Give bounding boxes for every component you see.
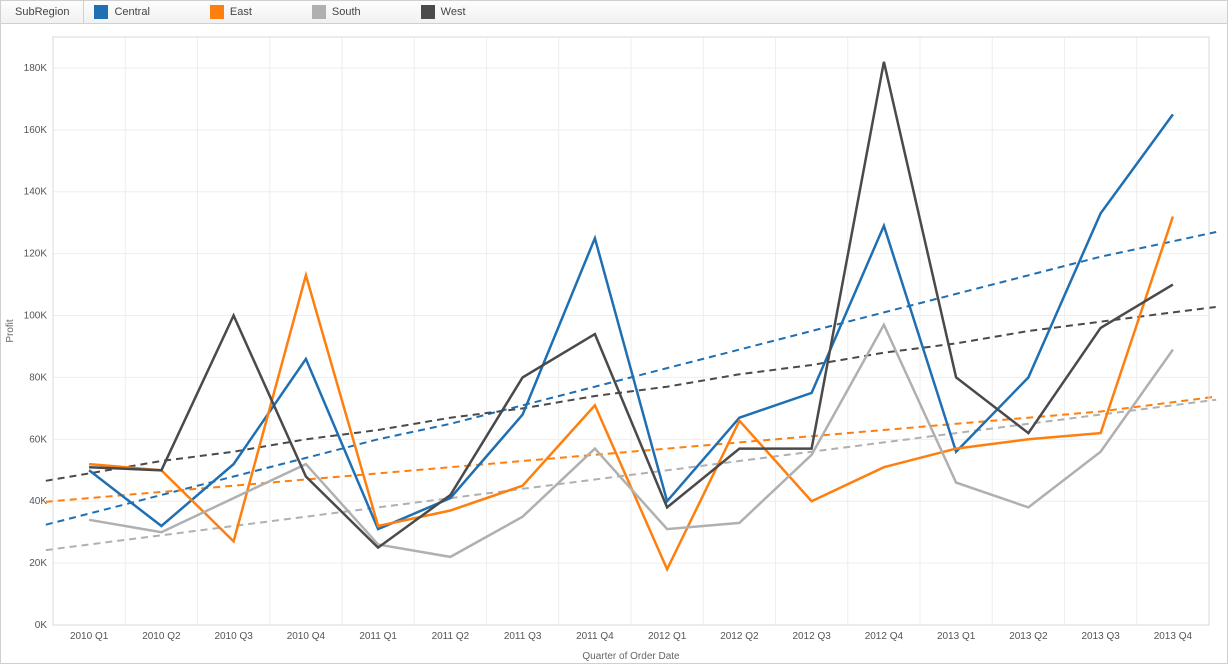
y-tick-label: 120K <box>24 249 48 260</box>
legend-item-south[interactable]: South <box>312 5 361 19</box>
chart-svg: 0K 20K 40K 60K 80K 100K 120K 140K 160K 180K 2010 Q… <box>1 23 1227 663</box>
legend-item-west[interactable]: West <box>421 5 466 19</box>
legend-swatch-icon <box>421 5 435 19</box>
y-tick-label: 100K <box>24 311 48 322</box>
x-tick-label: 2010 Q1 <box>70 631 109 642</box>
y-tick-label: 140K <box>24 187 48 198</box>
legend-label: Central <box>114 6 149 18</box>
legend-label: West <box>441 6 466 18</box>
y-axis-label: Profit <box>5 319 16 343</box>
x-tick-label: 2013 Q3 <box>1081 631 1120 642</box>
y-tick-label: 180K <box>24 63 48 74</box>
x-axis-label: Quarter of Order Date <box>582 651 680 662</box>
y-tick-label: 60K <box>29 434 47 445</box>
legend-items: Central East South West <box>84 1 525 23</box>
x-tick-label: 2010 Q2 <box>142 631 181 642</box>
x-tick-label: 2010 Q4 <box>287 631 326 642</box>
legend-item-east[interactable]: East <box>210 5 252 19</box>
x-tick-label: 2011 Q4 <box>576 631 614 642</box>
chart-container: SubRegion Central East South West 0K 20K 40K 6… <box>0 0 1228 664</box>
x-tick-label: 2013 Q4 <box>1154 631 1193 642</box>
x-tick-label: 2011 Q1 <box>359 631 397 642</box>
x-tick-label: 2011 Q3 <box>504 631 542 642</box>
y-tick-label: 80K <box>29 372 47 383</box>
x-tick-label: 2011 Q2 <box>432 631 470 642</box>
x-tick-label: 2013 Q1 <box>937 631 976 642</box>
x-tick-label: 2013 Q2 <box>1009 631 1048 642</box>
y-tick-label: 160K <box>24 125 48 136</box>
x-tick-label: 2012 Q3 <box>792 631 831 642</box>
x-tick-label: 2012 Q1 <box>648 631 687 642</box>
y-tick-label: 20K <box>29 558 47 569</box>
y-tick-label: 40K <box>29 496 47 507</box>
legend-swatch-icon <box>94 5 108 19</box>
x-tick-label: 2010 Q3 <box>214 631 253 642</box>
x-tick-label: 2012 Q2 <box>720 631 759 642</box>
x-tick-label: 2012 Q4 <box>865 631 904 642</box>
legend-title: SubRegion <box>1 1 84 23</box>
y-tick-label: 0K <box>35 620 48 631</box>
legend-item-central[interactable]: Central <box>94 5 149 19</box>
legend-label: East <box>230 6 252 18</box>
legend-swatch-icon <box>210 5 224 19</box>
legend-swatch-icon <box>312 5 326 19</box>
legend-label: South <box>332 6 361 18</box>
plot-area[interactable]: 0K 20K 40K 60K 80K 100K 120K 140K 160K 180K 2010 Q… <box>1 23 1227 663</box>
legend-bar: SubRegion Central East South West <box>1 1 1227 24</box>
